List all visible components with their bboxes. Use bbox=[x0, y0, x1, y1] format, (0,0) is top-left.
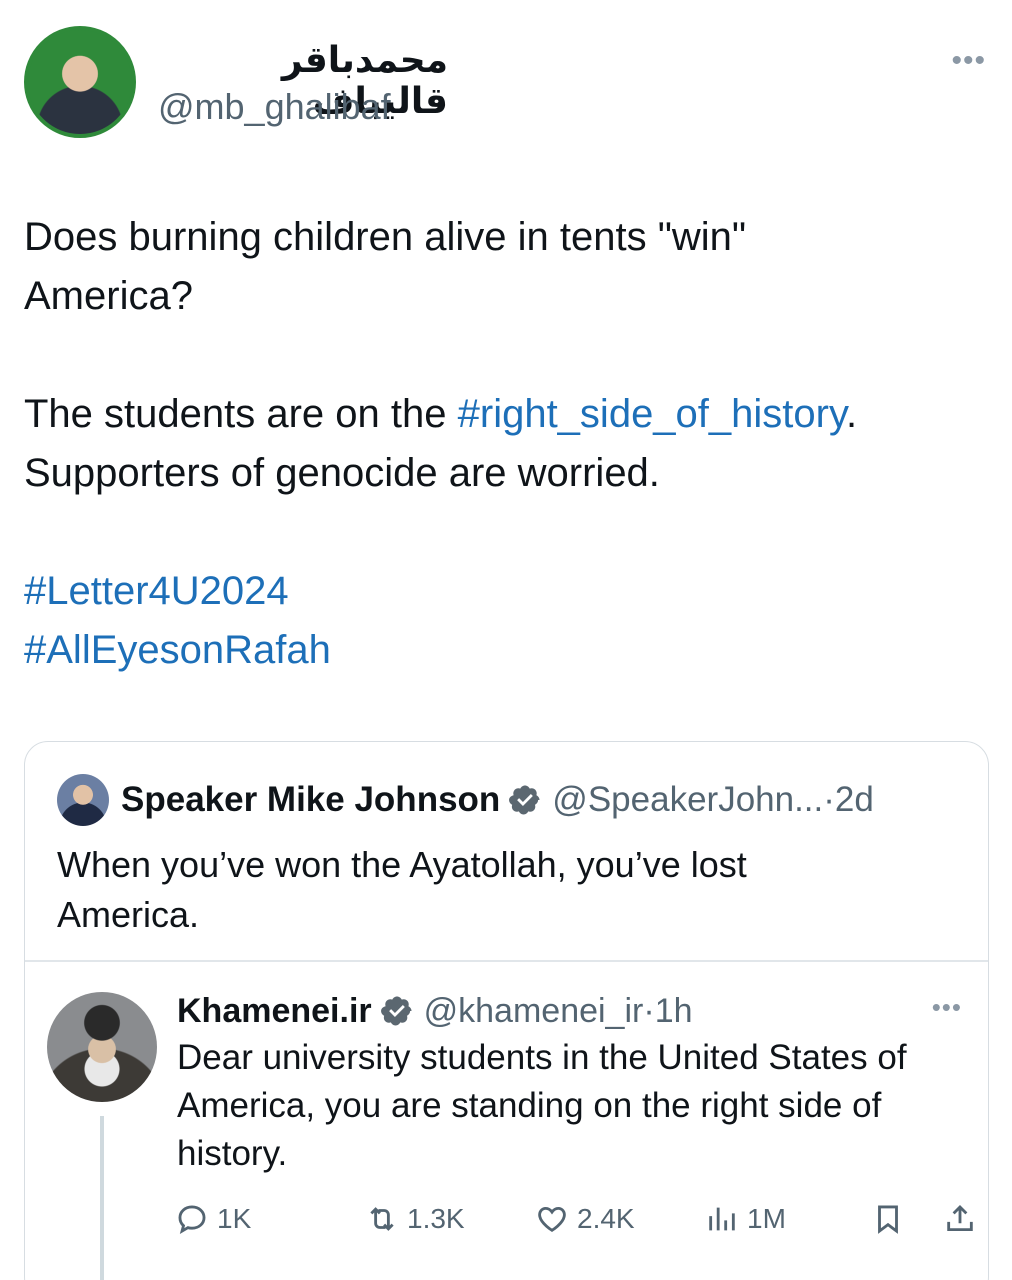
author-handle[interactable]: @mb_ghalibaf bbox=[158, 86, 391, 128]
reply-count: 1K bbox=[217, 1203, 252, 1234]
tweet-line-1: Does burning children alive in tents "wi… bbox=[24, 215, 747, 259]
quoted-tweet-header: Speaker Mike Johnson @SpeakerJohn... · 2… bbox=[57, 772, 874, 828]
nested-author-handle[interactable]: @khamenei_ir bbox=[424, 992, 644, 1031]
quoted-author-avatar[interactable] bbox=[57, 774, 109, 826]
tweet-text: Does burning children alive in tents "wi… bbox=[24, 208, 984, 680]
action-bar: 1K 1.3K 2.4K 1M bbox=[175, 1194, 973, 1244]
views-count: 1M bbox=[747, 1203, 786, 1234]
quoted-author-name[interactable]: Speaker Mike Johnson bbox=[121, 780, 500, 820]
quoted-text-line: America. bbox=[57, 894, 200, 935]
hashtag-link[interactable]: #Letter4U2024 bbox=[24, 562, 984, 621]
views-button[interactable]: 1M bbox=[705, 1194, 786, 1244]
separator-dot: · bbox=[823, 780, 835, 819]
tweet-text-segment: . bbox=[846, 392, 858, 436]
quoted-tweet-text: When you’ve won the Ayatollah, you’ve lo… bbox=[57, 840, 877, 940]
more-dots-icon[interactable]: ••• bbox=[932, 992, 962, 1023]
share-upload-icon bbox=[947, 1204, 973, 1232]
like-button[interactable]: 2.4K bbox=[535, 1194, 635, 1244]
share-button[interactable] bbox=[943, 1194, 985, 1244]
nested-author-avatar[interactable] bbox=[47, 992, 157, 1102]
nested-author-name[interactable]: Khamenei.ir bbox=[177, 992, 372, 1031]
nested-text-line: history. bbox=[177, 1134, 288, 1173]
quoted-tweet-time[interactable]: 2d bbox=[835, 780, 874, 820]
heart-icon bbox=[538, 1206, 566, 1232]
like-count: 2.4K bbox=[577, 1203, 635, 1234]
nested-tweet-time[interactable]: 1h bbox=[655, 992, 693, 1031]
tweet-text-segment: The students are on the bbox=[24, 392, 458, 436]
tweet-line: Supporters of genocide are worried. bbox=[24, 451, 660, 495]
bar-chart-icon bbox=[709, 1207, 735, 1231]
bookmark-button[interactable] bbox=[871, 1194, 913, 1244]
retweet-button[interactable]: 1.3K bbox=[365, 1194, 465, 1244]
nested-text-line: America, you are standing on the right s… bbox=[177, 1086, 882, 1125]
retweet-icon bbox=[370, 1207, 394, 1231]
retweet-count: 1.3K bbox=[407, 1203, 465, 1234]
tweet-line-2: America? bbox=[24, 274, 193, 318]
reply-icon bbox=[178, 1205, 206, 1234]
quoted-text-line: When you’ve won the Ayatollah, you’ve lo… bbox=[57, 844, 747, 885]
nested-tweet-text: Dear university students in the United S… bbox=[177, 1034, 977, 1178]
quoted-tweet-card[interactable]: Speaker Mike Johnson @SpeakerJohn... · 2… bbox=[24, 741, 989, 1280]
tweet-paragraph-2: The students are on the #right_side_of_h… bbox=[24, 385, 984, 444]
nested-tweet-header: Khamenei.ir @khamenei_ir · 1h bbox=[177, 986, 693, 1036]
separator-dot: · bbox=[643, 991, 655, 1030]
verified-badge-icon bbox=[509, 785, 540, 815]
hashtag-link[interactable]: #AllEyesonRafah bbox=[24, 621, 984, 680]
thread-connector-line bbox=[100, 1116, 104, 1280]
hashtag-link[interactable]: #right_side_of_history bbox=[458, 392, 846, 436]
author-avatar[interactable] bbox=[24, 26, 136, 138]
bookmark-icon bbox=[878, 1205, 898, 1234]
more-dots-icon[interactable]: ••• bbox=[951, 44, 986, 78]
verified-badge-icon bbox=[380, 996, 412, 1026]
divider bbox=[25, 960, 988, 962]
nested-text-line: Dear university students in the United S… bbox=[177, 1038, 907, 1077]
quoted-author-handle[interactable]: @SpeakerJohn... bbox=[552, 780, 823, 820]
reply-button[interactable]: 1K bbox=[175, 1194, 251, 1244]
